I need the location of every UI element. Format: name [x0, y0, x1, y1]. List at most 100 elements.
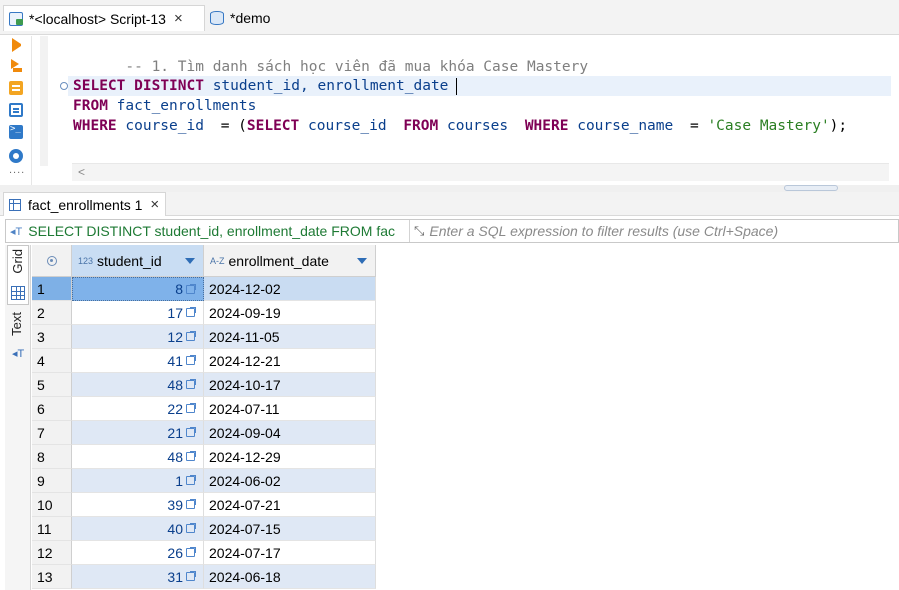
sort-caret-icon[interactable] [185, 258, 195, 264]
tab-grid[interactable]: Grid [7, 245, 29, 305]
scroll-left-icon[interactable]: < [78, 165, 85, 179]
table-row[interactable]: 7 21 2024-09-04 [32, 421, 376, 445]
table-row[interactable]: 4 41 2024-12-21 [32, 349, 376, 373]
close-icon[interactable]: × [174, 11, 183, 26]
filter-bar: ◂T SELECT DISTINCT student_id, enrollmen… [5, 219, 899, 243]
tab-script-13[interactable]: *<localhost> Script-13 × [3, 5, 205, 31]
tab-demo[interactable]: *demo [208, 5, 270, 31]
expand-icon[interactable]: ⤡ [414, 223, 424, 239]
table-row[interactable]: 11 40 2024-07-15 [32, 517, 376, 541]
execute-statement-icon[interactable] [12, 38, 26, 52]
enrollment-date-cell[interactable]: 2024-11-05 [204, 325, 376, 349]
foreign-key-link-icon[interactable] [186, 547, 196, 557]
row-number[interactable]: 9 [32, 469, 72, 493]
row-number[interactable]: 8 [32, 445, 72, 469]
student-id-cell[interactable]: 31 [72, 565, 204, 589]
row-number[interactable]: 2 [32, 301, 72, 325]
column-header-student-id[interactable]: 123 student_id [72, 245, 204, 277]
settings-icon[interactable] [9, 149, 23, 163]
load-plan-icon[interactable] [9, 103, 23, 117]
table-row[interactable]: 5 48 2024-10-17 [32, 373, 376, 397]
student-id-value: 22 [167, 400, 183, 417]
text-view-icon: ◂T [12, 348, 25, 360]
enrollment-date-cell[interactable]: 2024-07-15 [204, 517, 376, 541]
row-number[interactable]: 1 [32, 277, 72, 301]
subwhere-column: course_name [577, 118, 674, 134]
enrollment-date-cell[interactable]: 2024-07-21 [204, 493, 376, 517]
query-text[interactable]: ◂T SELECT DISTINCT student_id, enrollmen… [6, 220, 410, 242]
student-id-cell[interactable]: 17 [72, 301, 204, 325]
student-id-value: 26 [167, 544, 183, 561]
row-number[interactable]: 13 [32, 565, 72, 589]
more-icon[interactable]: .... [9, 165, 24, 183]
foreign-key-link-icon[interactable] [186, 355, 196, 365]
row-number[interactable]: 11 [32, 517, 72, 541]
splitter-grip[interactable] [784, 185, 838, 191]
row-number[interactable]: 3 [32, 325, 72, 349]
table-row[interactable]: 8 48 2024-12-29 [32, 445, 376, 469]
student-id-cell[interactable]: 12 [72, 325, 204, 349]
student-id-cell[interactable]: 39 [72, 493, 204, 517]
student-id-cell[interactable]: 8 [72, 277, 204, 301]
foreign-key-link-icon[interactable] [186, 427, 196, 437]
select-all-rows[interactable] [32, 245, 72, 277]
console-icon[interactable] [9, 124, 23, 139]
tab-results[interactable]: fact_enrollments 1 × [3, 192, 167, 216]
table-row[interactable]: 10 39 2024-07-21 [32, 493, 376, 517]
table-row[interactable]: 13 31 2024-06-18 [32, 565, 376, 589]
table-row[interactable]: 6 22 2024-07-11 [32, 397, 376, 421]
foreign-key-link-icon[interactable] [186, 523, 196, 533]
enrollment-date-cell[interactable]: 2024-09-19 [204, 301, 376, 325]
table-row[interactable]: 3 12 2024-11-05 [32, 325, 376, 349]
enrollment-date-cell[interactable]: 2024-09-04 [204, 421, 376, 445]
table-row[interactable]: 12 26 2024-07-17 [32, 541, 376, 565]
student-id-cell[interactable]: 40 [72, 517, 204, 541]
student-id-value: 48 [167, 448, 183, 465]
student-id-cell[interactable]: 48 [72, 445, 204, 469]
table-row[interactable]: 9 1 2024-06-02 [32, 469, 376, 493]
enrollment-date-cell[interactable]: 2024-12-02 [204, 277, 376, 301]
enrollment-date-cell[interactable]: 2024-07-17 [204, 541, 376, 565]
student-id-cell[interactable]: 48 [72, 373, 204, 397]
foreign-key-link-icon[interactable] [186, 451, 196, 461]
student-id-cell[interactable]: 21 [72, 421, 204, 445]
student-id-cell[interactable]: 26 [72, 541, 204, 565]
execute-script-icon[interactable] [9, 59, 23, 73]
table-row[interactable]: 2 17 2024-09-19 [32, 301, 376, 325]
editor-horizontal-scrollbar[interactable]: < [72, 163, 889, 181]
explain-plan-icon[interactable] [9, 81, 23, 95]
sort-caret-icon[interactable] [357, 258, 367, 264]
fold-marker-icon[interactable] [60, 82, 68, 90]
table-row[interactable]: 1 8 2024-12-02 [32, 277, 376, 301]
foreign-key-link-icon[interactable] [186, 571, 196, 581]
foreign-key-link-icon[interactable] [186, 403, 196, 413]
foreign-key-link-icon[interactable] [186, 379, 196, 389]
select-all-icon [46, 255, 57, 266]
student-id-cell[interactable]: 22 [72, 397, 204, 421]
enrollment-date-cell[interactable]: 2024-06-02 [204, 469, 376, 493]
foreign-key-link-icon[interactable] [186, 283, 196, 294]
student-id-cell[interactable]: 1 [72, 469, 204, 493]
student-id-cell[interactable]: 41 [72, 349, 204, 373]
foreign-key-link-icon[interactable] [186, 307, 196, 317]
column-header-enrollment-date[interactable]: A-Z enrollment_date [204, 245, 376, 277]
enrollment-date-cell[interactable]: 2024-12-29 [204, 445, 376, 469]
filter-input[interactable]: ⤡ Enter a SQL expression to filter resul… [410, 220, 898, 242]
row-number[interactable]: 7 [32, 421, 72, 445]
close-icon[interactable]: × [150, 196, 159, 213]
sql-editor[interactable]: .... -- 1. Tìm danh sách học viên đã mua… [0, 36, 899, 186]
tab-text[interactable]: Text ◂T [7, 309, 29, 365]
row-number[interactable]: 12 [32, 541, 72, 565]
row-number[interactable]: 6 [32, 397, 72, 421]
foreign-key-link-icon[interactable] [186, 499, 196, 509]
enrollment-date-cell[interactable]: 2024-10-17 [204, 373, 376, 397]
enrollment-date-cell[interactable]: 2024-12-21 [204, 349, 376, 373]
enrollment-date-cell[interactable]: 2024-06-18 [204, 565, 376, 589]
row-number[interactable]: 4 [32, 349, 72, 373]
row-number[interactable]: 5 [32, 373, 72, 397]
foreign-key-link-icon[interactable] [186, 331, 196, 341]
foreign-key-link-icon[interactable] [186, 475, 196, 485]
results-grid[interactable]: 123 student_id A-Z enrollment_date 1 8 202… [32, 245, 899, 590]
row-number[interactable]: 10 [32, 493, 72, 517]
enrollment-date-cell[interactable]: 2024-07-11 [204, 397, 376, 421]
